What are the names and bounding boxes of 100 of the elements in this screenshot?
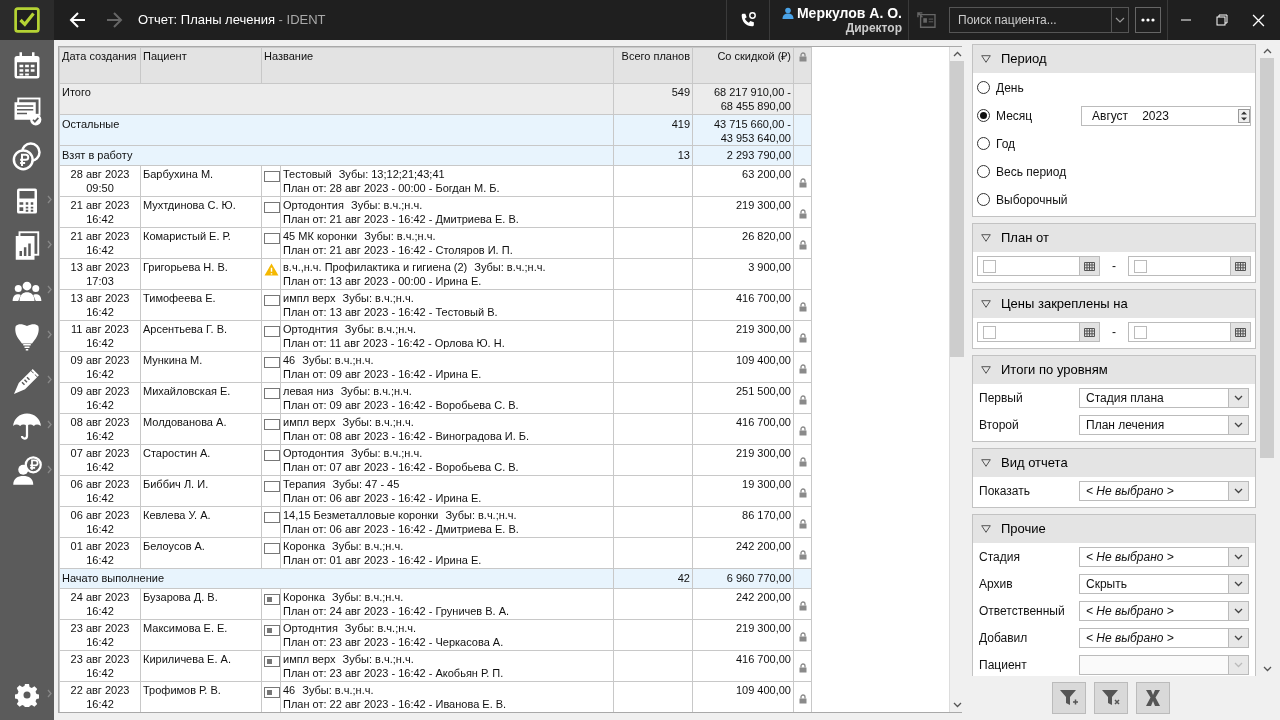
calendar-icon: [12, 50, 42, 81]
scroll-down-icon[interactable]: [1262, 666, 1272, 672]
person-ruble-icon: [12, 455, 42, 486]
apply-filter-button[interactable]: [1052, 682, 1086, 714]
radio-button[interactable]: [977, 165, 990, 178]
date-field[interactable]: [977, 256, 1100, 276]
month-picker[interactable]: Август 2023: [1081, 105, 1251, 126]
search-field[interactable]: Поиск пациента...: [949, 7, 1111, 33]
logo-icon[interactable]: [14, 7, 40, 33]
column-header[interactable]: Пациент: [140, 47, 262, 84]
patient-name[interactable]: Мункина М.: [140, 351, 262, 383]
group-label: Остальные: [59, 114, 614, 146]
radio-label[interactable]: День: [996, 78, 1024, 97]
reset-button[interactable]: [1136, 682, 1170, 714]
radio-button[interactable]: [977, 109, 990, 122]
created-date: 28 авг 2023: [69, 167, 131, 181]
patient-name[interactable]: Тимофеева Е.: [140, 289, 262, 321]
radio-button[interactable]: [977, 137, 990, 150]
patient-name[interactable]: Биббич Л. И.: [140, 475, 262, 507]
scroll-up-icon[interactable]: [1262, 48, 1272, 54]
teeth-text: Зубы: в.ч.;н.ч.: [351, 199, 423, 211]
select-field[interactable]: Стадия плана: [1079, 388, 1249, 408]
plan-title: 46: [283, 684, 296, 696]
patient-name[interactable]: Арсентьева Г. В.: [140, 320, 262, 352]
caret-icon[interactable]: [1234, 608, 1243, 614]
plan-info: План от: 13 авг 2023 - 00:00 - Ирина Е.: [283, 274, 483, 288]
calendar-grid-icon[interactable]: [1084, 261, 1095, 271]
filter-section-header[interactable]: Прочие: [973, 515, 1255, 543]
radio-button[interactable]: [977, 193, 990, 206]
scroll-up-icon[interactable]: [952, 51, 962, 57]
radio-label[interactable]: Весь период: [996, 162, 1067, 181]
filter-section-header[interactable]: План от: [973, 224, 1255, 252]
collapse-icon[interactable]: [981, 366, 991, 374]
patient-name[interactable]: Барбухина М.: [140, 165, 262, 197]
select-field[interactable]: < Не выбрано >: [1079, 481, 1249, 501]
plan-title: 46: [283, 354, 296, 366]
filter-section-header[interactable]: Период: [973, 45, 1255, 73]
amount-text: 109 400,00: [692, 351, 794, 383]
created-date: 21 авг 2023: [69, 198, 131, 212]
column-header[interactable]: Со скидкой (₽): [692, 47, 794, 84]
radio-label[interactable]: Месяц: [996, 106, 1033, 125]
date-field[interactable]: [977, 322, 1100, 342]
patient-name[interactable]: Молдованова А.: [140, 413, 262, 445]
caret-icon[interactable]: [1234, 395, 1243, 401]
collapse-icon[interactable]: [981, 234, 991, 242]
filter-section-header[interactable]: Итоги по уровням: [973, 356, 1255, 384]
scroll-thumb[interactable]: [950, 61, 964, 357]
caret-icon[interactable]: [1234, 581, 1243, 587]
collapse-icon[interactable]: [981, 55, 991, 63]
caret-icon[interactable]: [1234, 635, 1243, 641]
patient-name[interactable]: Кириличева Е. А.: [140, 650, 262, 682]
collapse-icon[interactable]: [981, 300, 991, 308]
calendar-grid-icon[interactable]: [1235, 261, 1246, 271]
plan-title: Ортодонтия: [283, 199, 344, 211]
patient-name[interactable]: Кевлева У. А.: [140, 506, 262, 538]
plan-info: План от: 06 авг 2023 - 16:42 - Дмитриева Е. В.: [283, 522, 520, 536]
scroll-thumb[interactable]: [1260, 58, 1274, 458]
column-header[interactable]: Дата создания: [59, 47, 141, 84]
patient-name[interactable]: Комаристый Е. Р.: [140, 227, 262, 259]
radio-label[interactable]: Выборочный: [996, 190, 1068, 209]
caret-icon[interactable]: [1115, 17, 1125, 23]
user-name[interactable]: Меркулов А. О.: [796, 5, 902, 21]
clear-filter-button[interactable]: [1094, 682, 1128, 714]
filter-section-header[interactable]: Цены закреплены на: [973, 290, 1255, 318]
collapse-icon[interactable]: [981, 459, 991, 467]
select-field[interactable]: План лечения: [1079, 415, 1249, 435]
created-date: 23 авг 2023: [69, 621, 131, 635]
amount-text: 242 200,00: [692, 537, 794, 569]
select-field[interactable]: < Не выбрано >: [1079, 628, 1249, 648]
scroll-down-icon[interactable]: [952, 702, 962, 708]
radio-label[interactable]: Год: [996, 134, 1016, 153]
date-field[interactable]: [1128, 256, 1251, 276]
date-field[interactable]: [1128, 322, 1251, 342]
radio-button[interactable]: [977, 81, 990, 94]
filter-section-header[interactable]: Вид отчета: [973, 449, 1255, 477]
created-time: 16:42: [85, 522, 115, 536]
patient-name[interactable]: Старостин А.: [140, 444, 262, 476]
select-field[interactable]: < Не выбрано >: [1079, 601, 1249, 621]
amount-text: 416 700,00: [692, 289, 794, 321]
spinner-icon[interactable]: [1238, 108, 1250, 123]
teeth-text: Зубы: в.ч.;н.ч.: [332, 540, 404, 552]
caret-icon[interactable]: [1234, 422, 1243, 428]
column-header[interactable]: Название: [261, 47, 614, 84]
collapse-icon[interactable]: [981, 525, 991, 533]
select-field[interactable]: Скрыть: [1079, 574, 1249, 594]
patient-name[interactable]: Мухтдинова С. Ю.: [140, 196, 262, 228]
patient-name[interactable]: Михайловская Е.: [140, 382, 262, 414]
patient-name[interactable]: Трофимов Р. В.: [140, 681, 262, 712]
caret-icon[interactable]: [1234, 554, 1243, 560]
patient-name[interactable]: Бузарова Д. В.: [140, 588, 262, 620]
patient-name[interactable]: Максимова Е. Е.: [140, 619, 262, 651]
patient-name[interactable]: Григорьева Н. В.: [140, 258, 262, 290]
column-header[interactable]: Всего планов: [613, 47, 693, 84]
calendar-grid-icon[interactable]: [1084, 327, 1095, 337]
caret-icon[interactable]: [1234, 488, 1243, 494]
teeth-text: Зубы: в.ч.;н.ч.: [445, 509, 517, 521]
calendar-grid-icon[interactable]: [1235, 327, 1246, 337]
select-field[interactable]: < Не выбрано >: [1079, 547, 1249, 567]
more-button[interactable]: [1135, 7, 1161, 33]
patient-name[interactable]: Белоусов А.: [140, 537, 262, 569]
